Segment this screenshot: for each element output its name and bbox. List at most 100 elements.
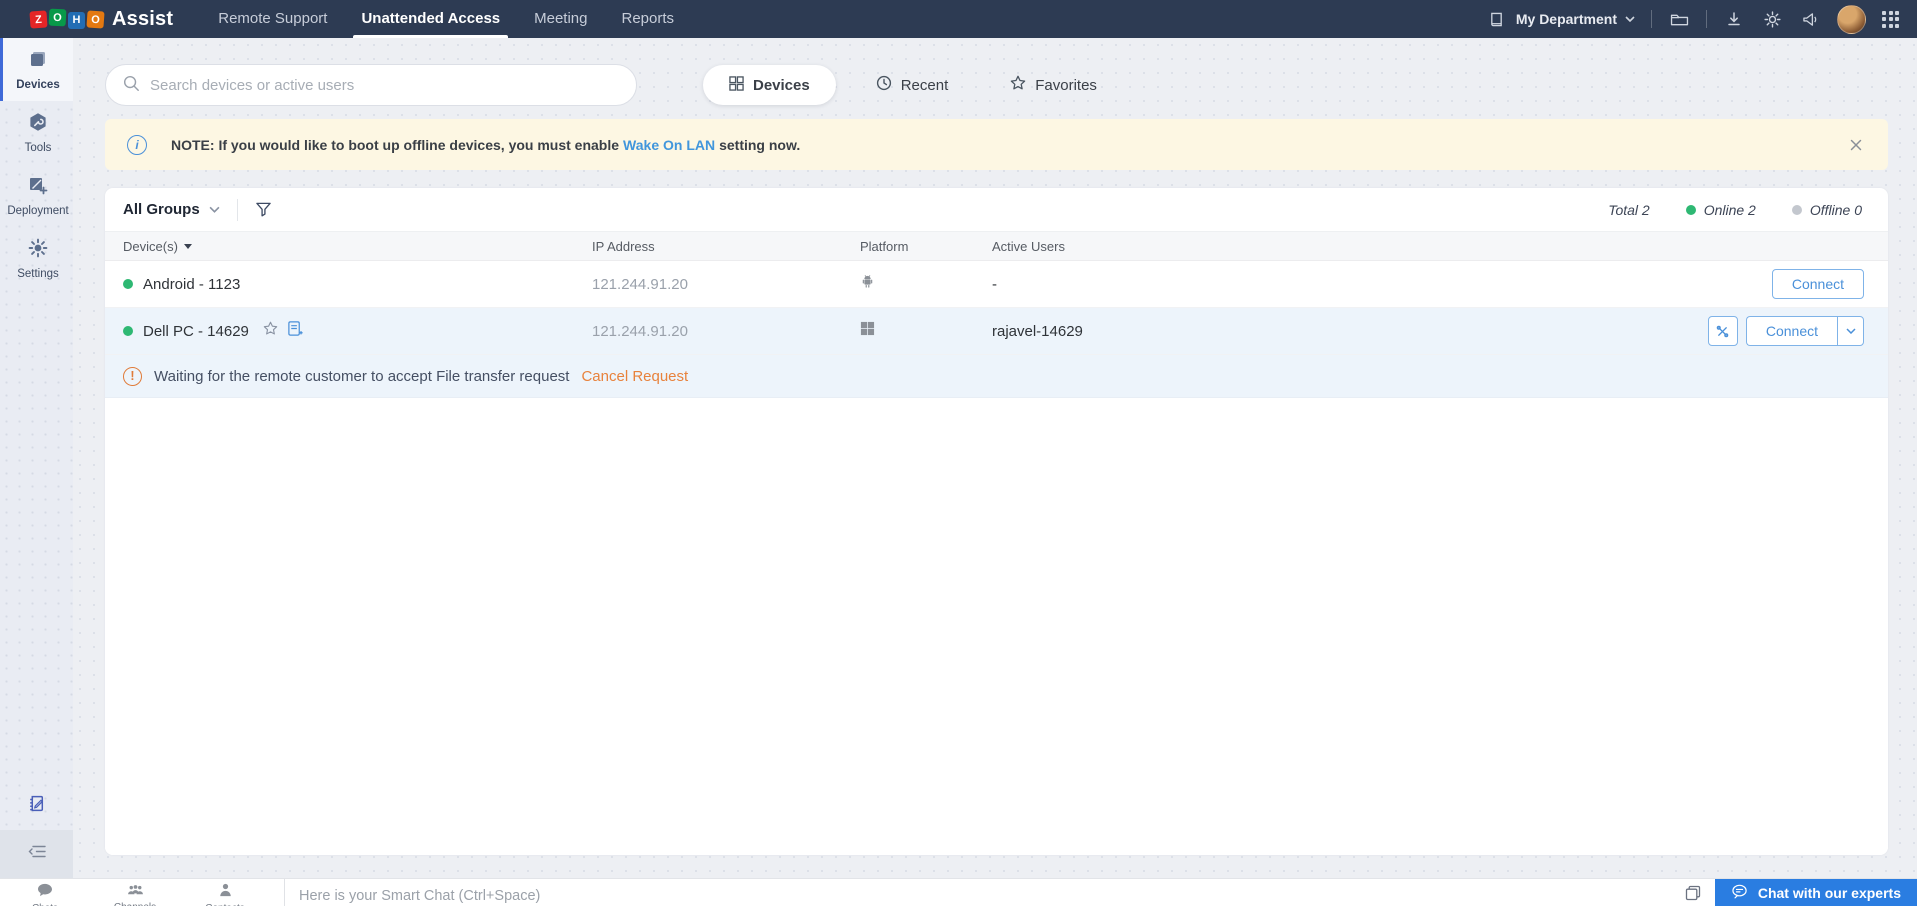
col-ip-address: IP Address xyxy=(592,238,655,254)
toolbar-row: Devices Recent Favorites xyxy=(105,64,1888,106)
contacts-icon xyxy=(219,883,232,902)
chats-icon xyxy=(37,883,53,902)
tab-label: Recent xyxy=(900,76,949,94)
sidebar-item-label: Tools xyxy=(24,142,52,154)
tab-recent[interactable]: Recent xyxy=(854,65,971,105)
offline-dot xyxy=(1791,204,1802,215)
tab-label: Devices xyxy=(753,76,810,94)
collapse-icon xyxy=(28,845,46,863)
table-row[interactable]: Dell PC - 14629 121.244.91.20 rajavel-14… xyxy=(105,308,1888,355)
tab-label: Favorites xyxy=(1035,76,1097,94)
expert-button-label: Chat with our experts xyxy=(1757,885,1901,901)
connect-button[interactable]: Connect xyxy=(1745,316,1837,346)
total-count: Total 2 xyxy=(1608,201,1650,218)
chat-windows-icon[interactable] xyxy=(1685,879,1715,901)
main-content: Devices Recent Favorites NOTE: If you wo… xyxy=(73,38,1917,878)
feedback-notes-button[interactable] xyxy=(0,794,73,818)
cancel-request-link[interactable]: Cancel Request xyxy=(581,368,688,385)
close-icon[interactable] xyxy=(1846,135,1866,155)
department-selector[interactable]: My Department xyxy=(1486,8,1635,30)
col-devices[interactable]: Device(s) xyxy=(123,239,592,254)
gear-icon[interactable] xyxy=(1761,8,1783,30)
zoho-logo-tiles: Z O H O xyxy=(29,8,105,29)
info-icon xyxy=(127,134,147,155)
nav-remote-support[interactable]: Remote Support xyxy=(218,0,327,38)
device-name: Android - 1123 xyxy=(143,275,241,293)
chevron-down-icon xyxy=(209,206,220,213)
zoho-letter-h: H xyxy=(68,11,85,29)
connect-button[interactable]: Connect xyxy=(1771,269,1864,299)
wake-on-lan-banner: NOTE: If you would like to boot up offli… xyxy=(105,119,1888,170)
sidebar-item-label: Deployment xyxy=(7,205,69,217)
sidebar-item-settings[interactable]: Settings xyxy=(0,227,73,290)
online-dot xyxy=(1685,204,1696,215)
empty-area xyxy=(105,398,1888,855)
download-icon[interactable] xyxy=(1723,8,1745,30)
nav-reports[interactable]: Reports xyxy=(622,0,675,38)
settings-gear-icon xyxy=(28,238,48,263)
view-tabs: Devices Recent Favorites xyxy=(703,65,1119,105)
active-user: - xyxy=(992,275,997,293)
primary-nav: Remote Support Unattended Access Meeting… xyxy=(218,0,674,38)
file-transfer-waiting-row: Waiting for the remote customer to accep… xyxy=(105,355,1888,398)
deployment-icon xyxy=(28,175,48,200)
top-navbar: Z O H O Assist Remote Support Unattended… xyxy=(0,0,1917,38)
offline-count: Offline 0 xyxy=(1791,202,1862,218)
favorite-star-icon[interactable] xyxy=(263,321,278,341)
zoho-letter-o1: O xyxy=(48,8,67,26)
left-sidebar: Devices Tools Deployment Settings xyxy=(0,38,73,878)
group-label: All Groups xyxy=(123,201,200,218)
chat-with-experts-button[interactable]: Chat with our experts xyxy=(1714,879,1917,906)
online-count: Online 2 xyxy=(1685,202,1756,218)
col-platform: Platform xyxy=(860,238,909,254)
note-text: NOTE: If you would like to boot up offli… xyxy=(171,136,801,153)
android-platform-icon xyxy=(860,273,992,295)
connect-dropdown-button[interactable] xyxy=(1837,316,1864,346)
sort-caret-icon xyxy=(183,243,192,249)
department-label: My Department xyxy=(1515,11,1617,27)
waiting-message: Waiting for the remote customer to accep… xyxy=(154,367,570,385)
sidebar-item-devices[interactable]: Devices xyxy=(0,38,73,101)
apps-grid-icon[interactable] xyxy=(1882,10,1899,28)
contacts-button[interactable]: Contacts xyxy=(180,879,270,906)
zoho-assist-logo[interactable]: Z O H O Assist xyxy=(29,7,174,31)
nav-unattended-access[interactable]: Unattended Access xyxy=(353,0,508,38)
device-notes-icon[interactable] xyxy=(287,320,303,342)
divider xyxy=(1651,10,1652,28)
remote-tools-button[interactable] xyxy=(1707,316,1738,346)
channels-icon xyxy=(127,883,144,901)
tools-icon xyxy=(28,112,48,137)
channels-button[interactable]: Channels xyxy=(90,879,180,906)
tab-devices[interactable]: Devices xyxy=(703,65,836,105)
smart-chat-input[interactable] xyxy=(299,879,1685,906)
search-input[interactable] xyxy=(150,76,620,94)
nav-meeting[interactable]: Meeting xyxy=(534,0,587,38)
chevron-down-icon xyxy=(1625,16,1635,22)
search-icon xyxy=(122,74,140,97)
filter-funnel-icon[interactable] xyxy=(255,201,272,218)
device-search xyxy=(105,64,637,106)
group-bar: All Groups Total 2 Online 2 Offline 0 xyxy=(105,188,1888,232)
folder-icon[interactable] xyxy=(1668,8,1690,30)
megaphone-icon[interactable] xyxy=(1799,8,1821,30)
sidebar-item-label: Devices xyxy=(16,79,60,91)
device-ip: 121.244.91.20 xyxy=(592,275,688,293)
sidebar-item-deployment[interactable]: Deployment xyxy=(0,164,73,227)
sidebar-collapse-button[interactable] xyxy=(0,830,73,878)
zoho-letter-o2: O xyxy=(86,9,105,29)
warning-icon xyxy=(123,366,142,386)
smart-chat-bar: Chats Channels Contacts Chat with our ex… xyxy=(0,878,1917,906)
chats-button[interactable]: Chats xyxy=(0,879,90,906)
sidebar-item-tools[interactable]: Tools xyxy=(0,101,73,164)
topnav-right-tools: My Department xyxy=(1486,4,1917,34)
group-selector[interactable]: All Groups xyxy=(123,201,220,218)
device-name: Dell PC - 14629 xyxy=(143,322,249,340)
user-avatar[interactable] xyxy=(1837,4,1866,34)
tab-favorites[interactable]: Favorites xyxy=(988,65,1119,105)
divider xyxy=(284,879,285,906)
product-name: Assist xyxy=(112,7,174,30)
col-active-users: Active Users xyxy=(992,238,1065,254)
table-row[interactable]: Android - 1123 121.244.91.20 - Connect xyxy=(105,261,1888,308)
devices-grid-icon xyxy=(729,75,744,95)
wake-on-lan-link[interactable]: Wake On LAN xyxy=(623,137,715,153)
